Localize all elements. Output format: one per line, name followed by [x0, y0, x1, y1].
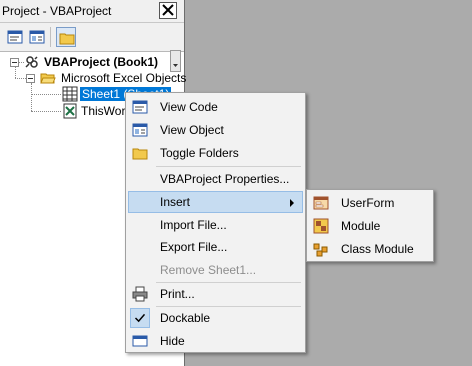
menu-label: Import File... — [160, 218, 227, 232]
menu-label: Insert — [160, 195, 191, 209]
userform-icon — [313, 196, 329, 210]
submenu-arrow-icon — [290, 199, 294, 207]
menu-label: UserForm — [341, 196, 395, 210]
toolbar-separator — [50, 27, 51, 47]
menu-item-view-code[interactable]: View Code — [128, 96, 303, 118]
close-pane-button[interactable] — [159, 2, 177, 19]
module-icon — [313, 218, 329, 234]
view-code-icon — [7, 30, 23, 44]
worksheet-icon — [62, 86, 78, 102]
menu-item-toggle-folders[interactable]: Toggle Folders — [128, 142, 303, 164]
menu-label: Export File... — [160, 240, 228, 254]
context-menu: View Code View Object Toggle Folders VBA… — [125, 92, 306, 353]
project-toolbar — [0, 23, 184, 72]
hide-window-icon — [132, 335, 148, 347]
menu-label: Module — [341, 219, 381, 233]
menu-item-view-object[interactable]: View Object — [128, 119, 303, 141]
menu-item-remove: Remove Sheet1... — [128, 259, 303, 281]
tree-line — [31, 94, 61, 95]
view-code-toolbar-button[interactable] — [5, 27, 25, 47]
tree-line — [15, 66, 16, 78]
menu-item-dockable[interactable]: Dockable — [128, 307, 303, 329]
pane-title: Project - VBAProject — [2, 4, 112, 18]
checkmark-icon — [130, 308, 150, 328]
menu-item-insert[interactable]: Insert — [128, 191, 303, 213]
tree-line — [31, 111, 61, 112]
toggle-folders-toolbar-button[interactable] — [56, 27, 76, 47]
submenu-item-userform[interactable]: UserForm — [309, 192, 431, 214]
menu-item-hide[interactable]: Hide — [128, 330, 303, 352]
menu-label: Print... — [160, 287, 195, 301]
workbook-icon — [63, 103, 77, 119]
menu-label: VBAProject Properties... — [160, 172, 290, 186]
pane-title-bar[interactable]: Project - VBAProject — [0, 0, 184, 23]
folder-icon — [59, 33, 75, 45]
insert-submenu: UserForm Module Class Module — [306, 189, 434, 262]
menu-label: View Code — [160, 100, 218, 114]
menu-item-export[interactable]: Export File... — [128, 236, 303, 258]
tree-label-project: VBAProject (Book1) — [44, 55, 159, 69]
open-folder-icon — [40, 73, 56, 84]
view-object-toolbar-button[interactable] — [27, 27, 47, 47]
view-object-icon — [132, 123, 148, 137]
view-object-icon — [29, 30, 45, 44]
menu-item-properties[interactable]: VBAProject Properties... — [128, 168, 303, 190]
folder-icon — [132, 148, 148, 160]
menu-label: Class Module — [341, 242, 414, 256]
menu-label: Dockable — [160, 311, 211, 325]
menu-separator — [156, 166, 301, 167]
view-code-icon — [132, 100, 148, 114]
printer-icon — [132, 286, 148, 302]
submenu-item-class-module[interactable]: Class Module — [309, 238, 431, 260]
folder-expander[interactable] — [26, 74, 35, 83]
tree-label-thisworkbook: ThisWork — [81, 104, 132, 118]
menu-label: View Object — [160, 123, 224, 137]
tree-line — [15, 78, 26, 79]
tree-label-folder: Microsoft Excel Objects — [61, 71, 187, 85]
menu-item-print[interactable]: Print... — [128, 283, 303, 305]
menu-label: Toggle Folders — [160, 146, 239, 160]
close-icon — [162, 4, 174, 16]
menu-label: Hide — [160, 334, 185, 348]
class-module-icon — [313, 243, 328, 257]
menu-item-import[interactable]: Import File... — [128, 214, 303, 236]
tree-line — [31, 83, 32, 111]
menu-label: Remove Sheet1... — [160, 263, 257, 277]
vba-project-icon — [25, 56, 38, 68]
submenu-item-module[interactable]: Module — [309, 215, 431, 237]
